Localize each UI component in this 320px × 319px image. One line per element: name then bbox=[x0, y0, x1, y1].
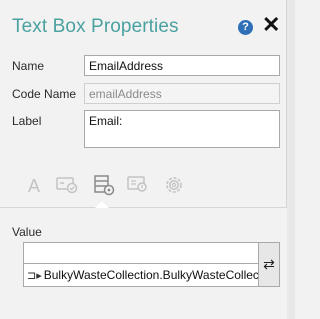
name-label: Name bbox=[12, 59, 45, 73]
text-format-icon[interactable]: A bbox=[22, 174, 46, 198]
value-input[interactable] bbox=[24, 243, 258, 264]
binding-icon: ⊐▸ bbox=[27, 270, 42, 282]
code-name-field: emailAddress bbox=[84, 83, 280, 104]
name-field[interactable]: EmailAddress bbox=[84, 55, 280, 76]
panel-title: Text Box Properties bbox=[12, 16, 179, 37]
active-tab-indicator bbox=[95, 201, 109, 208]
panel-scroll-strip bbox=[287, 0, 295, 319]
help-icon[interactable]: ? bbox=[238, 20, 253, 35]
binding-text: BulkyWasteCollection.BulkyWasteCollect bbox=[43, 268, 258, 282]
behavior-icon[interactable] bbox=[55, 174, 79, 198]
validation-icon[interactable] bbox=[126, 174, 150, 198]
property-tabs: A bbox=[22, 174, 192, 204]
value-label: Value bbox=[12, 225, 42, 239]
value-binding[interactable]: ⊐▸ BulkyWasteCollection.BulkyWasteCollect bbox=[24, 265, 258, 286]
label-label: Label bbox=[12, 114, 42, 128]
settings-icon[interactable] bbox=[162, 174, 186, 198]
data-icon[interactable] bbox=[92, 174, 116, 198]
code-name-label: Code Name bbox=[12, 87, 77, 101]
close-icon[interactable]: ✕ bbox=[262, 14, 280, 36]
value-box: ⊐▸ BulkyWasteCollection.BulkyWasteCollect bbox=[23, 242, 259, 287]
swap-binding-button[interactable]: ⇄ bbox=[258, 242, 280, 287]
label-field[interactable]: Email: bbox=[84, 110, 280, 148]
